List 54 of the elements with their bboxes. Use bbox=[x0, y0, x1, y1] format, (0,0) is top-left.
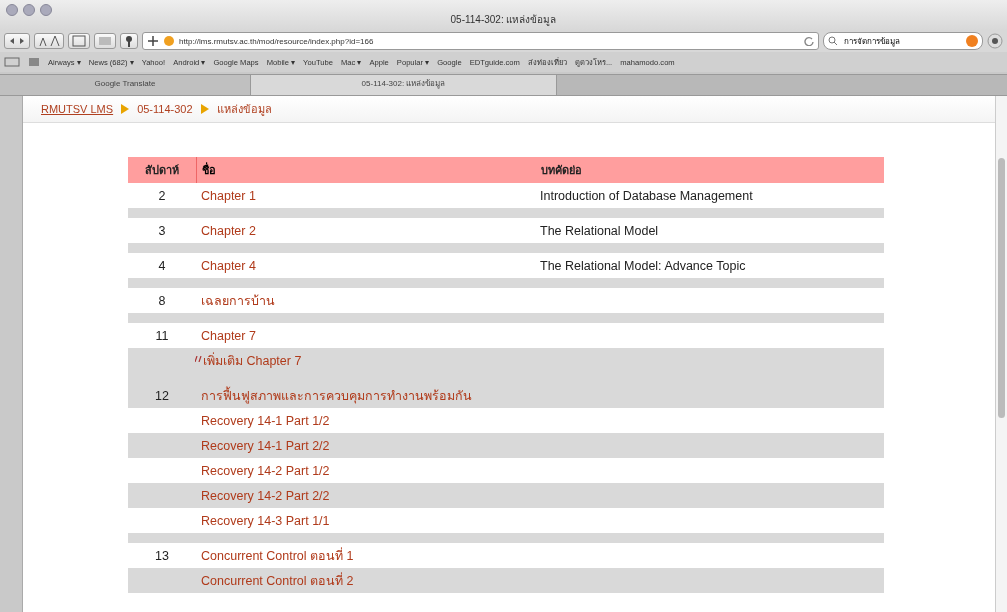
reload-icon bbox=[804, 36, 814, 46]
resource-link[interactable]: การฟื้นฟูสภาพและการควบคุมการทำงานพร้อมกัน bbox=[201, 385, 472, 406]
resource-link[interactable]: Concurrent Control ตอนที่ 2 bbox=[201, 570, 354, 591]
search-field[interactable]: การจัดการข้อมูล bbox=[823, 32, 983, 50]
resource-link[interactable]: Chapter 1 bbox=[201, 188, 256, 203]
breadcrumb-link[interactable]: 05-114-302 bbox=[137, 103, 193, 115]
window-title: 05-114-302: แหล่งข้อมูล bbox=[449, 13, 558, 27]
week-number: 2 bbox=[158, 188, 166, 203]
summary-text: The Relational Model bbox=[540, 223, 659, 238]
summary-text: Introduction of Database Management bbox=[540, 188, 753, 203]
scrollbar-thumb[interactable] bbox=[998, 158, 1005, 418]
week-number: 12 bbox=[155, 388, 169, 403]
note-icon bbox=[195, 355, 203, 362]
pin-button[interactable] bbox=[120, 33, 138, 49]
breadcrumb-link[interactable]: RMUTSV LMS bbox=[41, 103, 114, 115]
browser-tab[interactable]: Google Translate bbox=[0, 75, 251, 95]
add-icon bbox=[147, 35, 159, 47]
breadcrumb-current: แหล่งข้อมูล bbox=[216, 102, 272, 118]
browser-tab[interactable]: 05-114-302: แหล่งข้อมูล bbox=[251, 75, 557, 95]
resource-link[interactable]: เฉลยการบ้าน bbox=[201, 290, 275, 311]
pin-icon bbox=[124, 35, 134, 47]
resource-link[interactable]: Recovery 14-1 Part 2/2 bbox=[201, 438, 330, 453]
bookmark-add-button[interactable] bbox=[68, 33, 90, 49]
week-number: 13 bbox=[155, 548, 169, 563]
address-field[interactable]: http://lms.rmutsv.ac.th/mod/resource/index.php?id=166 bbox=[142, 32, 819, 50]
resource-link[interactable]: Chapter 4 bbox=[201, 258, 256, 273]
minimize-button[interactable] bbox=[23, 4, 35, 16]
close-button[interactable] bbox=[6, 4, 18, 16]
week-number: 11 bbox=[155, 328, 169, 343]
resource-link[interactable]: Concurrent Control ตอนที่ 1 bbox=[201, 545, 354, 566]
summary-text: The Relational Model: Advance Topic bbox=[540, 258, 746, 273]
site-icon bbox=[163, 35, 175, 47]
zoom-button[interactable] bbox=[40, 4, 52, 16]
resource-link[interactable]: Recovery 14-2 Part 2/2 bbox=[201, 488, 330, 503]
text-size-icon bbox=[38, 35, 60, 47]
week-number: 8 bbox=[158, 293, 166, 308]
text-size-button[interactable] bbox=[34, 33, 64, 49]
resource-link[interactable]: Recovery 14-1 Part 1/2 bbox=[201, 413, 330, 428]
resource-link[interactable]: Chapter 2 bbox=[201, 223, 256, 238]
resource-link[interactable]: Recovery 14-3 Part 1/1 bbox=[201, 513, 330, 528]
column-header: สัปดาห์ bbox=[144, 163, 180, 178]
week-number: 3 bbox=[158, 223, 166, 238]
resource-link[interactable]: เพิ่มเติม Chapter 7 bbox=[203, 350, 302, 371]
clear-icon bbox=[966, 35, 978, 47]
week-number: 4 bbox=[158, 258, 166, 273]
back-forward-icon bbox=[8, 36, 26, 46]
resource-link[interactable]: Recovery 14-2 Part 1/2 bbox=[201, 463, 330, 478]
resource-link[interactable]: Chapter 7 bbox=[201, 328, 256, 343]
reader-icon[interactable] bbox=[4, 57, 20, 67]
column-header: บทคัดย่อ bbox=[541, 163, 583, 178]
arrow-icon bbox=[200, 104, 209, 114]
settings-icon[interactable] bbox=[987, 33, 1003, 49]
back-button[interactable] bbox=[4, 33, 30, 49]
arrow-icon bbox=[121, 104, 130, 114]
